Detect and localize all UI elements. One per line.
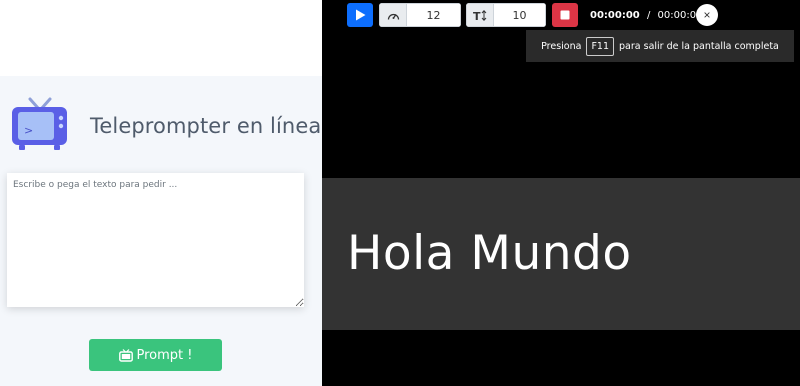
- prompt-button-label: Prompt !: [136, 347, 193, 363]
- fullscreen-hint: Presiona F11 para salir de la pantalla c…: [526, 30, 794, 62]
- time-current: 00:00:00: [590, 10, 640, 21]
- editor-panel: > Teleprompter en línea Prompt !: [0, 0, 322, 386]
- close-button[interactable]: ×: [696, 4, 718, 26]
- prompter-text: Hola Mundo: [347, 226, 632, 281]
- font-size-input[interactable]: [494, 3, 546, 27]
- hint-text-before: Presiona: [541, 40, 582, 52]
- play-icon: [355, 9, 365, 21]
- prompter-panel: T 00:00:00 / 00:00:03 × Presiona F11 par…: [322, 0, 800, 386]
- tv-icon: [118, 348, 133, 362]
- prompter-text-band: Hola Mundo: [322, 178, 800, 330]
- script-textarea[interactable]: [7, 173, 304, 307]
- time-display: 00:00:00 / 00:00:03: [590, 10, 702, 21]
- play-button[interactable]: [347, 3, 373, 27]
- speedometer-icon: [379, 3, 407, 27]
- stop-icon: [560, 10, 570, 20]
- hint-text-after: para salir de la pantalla completa: [619, 40, 779, 52]
- hint-key: F11: [586, 36, 615, 56]
- svg-text:>: >: [24, 124, 33, 137]
- speed-input[interactable]: [407, 3, 461, 27]
- font-size-control: T: [466, 3, 546, 27]
- prompter-toolbar: T 00:00:00 / 00:00:03 ×: [322, 0, 800, 30]
- svg-text:T: T: [473, 10, 481, 21]
- text-height-icon: T: [466, 3, 494, 27]
- time-separator: /: [646, 10, 651, 21]
- stop-button[interactable]: [552, 3, 578, 27]
- speed-control: [379, 3, 461, 27]
- app-title: Teleprompter en línea: [90, 114, 322, 138]
- tv-icon: >: [12, 97, 67, 150]
- prompt-button[interactable]: Prompt !: [89, 339, 222, 371]
